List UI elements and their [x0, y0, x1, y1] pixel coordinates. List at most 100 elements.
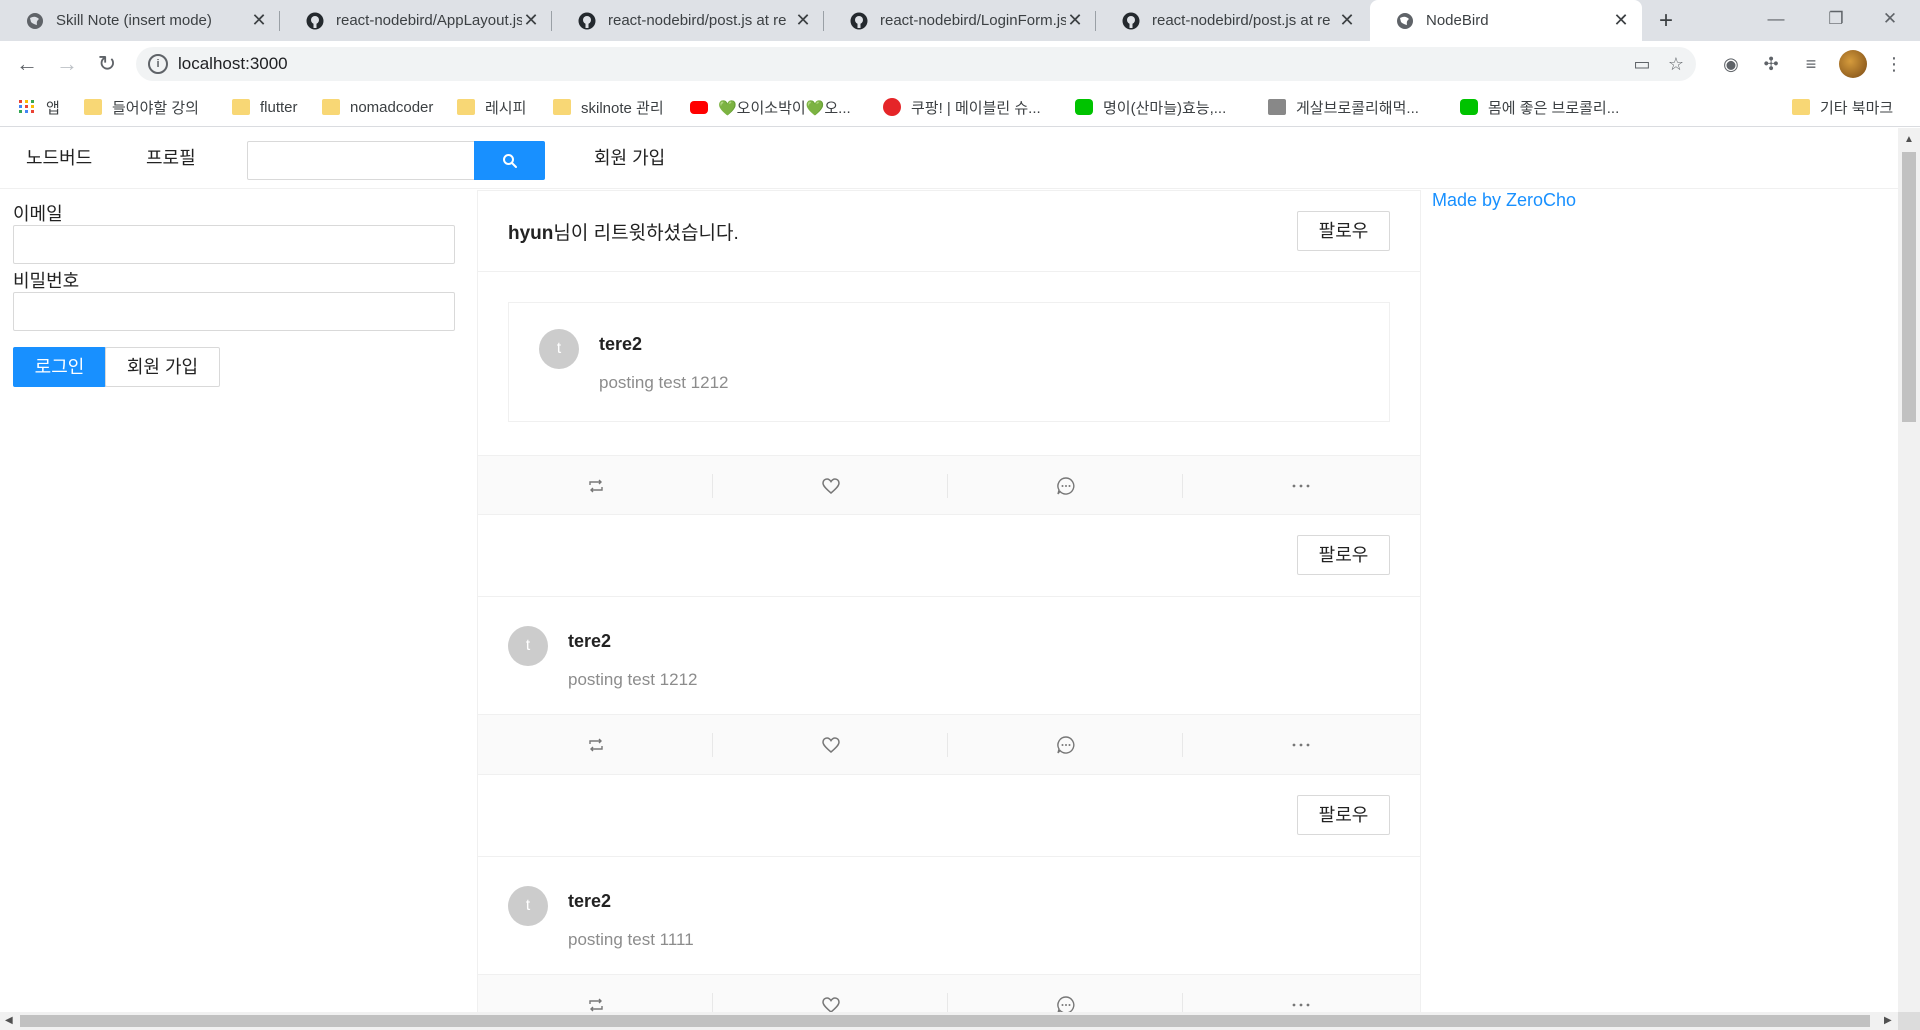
cast-icon[interactable]: ▭ — [1630, 52, 1654, 76]
other-bookmarks-folder[interactable]: 기타 북마크 — [1792, 87, 1893, 127]
close-icon[interactable]: ✕ — [1066, 10, 1084, 31]
ellipsis-icon — [1292, 1003, 1309, 1007]
avatar: t — [508, 626, 548, 666]
password-field[interactable] — [13, 292, 455, 331]
avatar: t — [508, 886, 548, 926]
bookmark-label: 몸에 좋은 브로콜리... — [1488, 99, 1620, 117]
close-icon[interactable]: ✕ — [250, 10, 268, 31]
extensions-puzzle-icon[interactable]: ✣ — [1757, 50, 1785, 78]
vertical-scrollbar[interactable]: ▲ — [1898, 128, 1920, 1012]
comment-button[interactable] — [948, 975, 1183, 1012]
browser-tab[interactable]: react-nodebird/post.js at re ✕ — [552, 0, 824, 41]
more-button[interactable] — [1183, 715, 1418, 775]
url-text: localhost:3000 — [178, 54, 288, 73]
post-content: posting test 1212 — [599, 373, 729, 392]
menu-item-home[interactable]: 노드버드 — [26, 128, 92, 189]
retweet-button[interactable] — [478, 715, 713, 775]
bookmark-folder[interactable]: 레시피 — [457, 87, 526, 127]
close-icon[interactable]: ✕ — [1612, 10, 1630, 31]
scroll-up-arrow-icon[interactable]: ▲ — [1904, 134, 1914, 145]
close-icon[interactable]: ✕ — [1338, 10, 1356, 31]
folder-icon — [84, 99, 102, 115]
bookmark-folder[interactable]: nomadcoder — [322, 87, 433, 127]
search-box — [247, 141, 545, 180]
top-menu: 노드버드 프로필 회원 가입 — [0, 128, 1898, 189]
retweet-suffix: 님이 리트윗하셨습니다. — [553, 223, 739, 244]
close-icon[interactable]: ✕ — [794, 10, 812, 31]
back-button[interactable]: ← — [13, 50, 41, 78]
retweet-button[interactable] — [478, 975, 713, 1012]
search-button[interactable] — [474, 141, 545, 180]
ellipsis-icon — [1292, 484, 1309, 488]
bookmark-link[interactable]: 게살브로콜리해먹... — [1268, 87, 1419, 127]
omnibox[interactable]: i localhost:3000 ▭ ☆ — [136, 47, 1696, 81]
bookmark-folder[interactable]: 들어야할 강의 — [84, 87, 199, 127]
browser-tab[interactable]: react-nodebird/AppLayout.js ✕ — [280, 0, 552, 41]
media-control-icon[interactable]: ≡ — [1797, 50, 1825, 78]
menu-item-signup[interactable]: 회원 가입 — [594, 128, 665, 189]
post-actions — [478, 974, 1420, 1012]
bookmark-link[interactable]: 쿠팡! | 메이블린 슈... — [883, 87, 1041, 127]
close-icon[interactable]: ✕ — [522, 10, 540, 31]
menu-kebab-icon[interactable]: ⋮ — [1880, 50, 1908, 78]
extension-audio-icon[interactable]: ◉ — [1717, 50, 1745, 78]
forward-button[interactable]: → — [53, 50, 81, 78]
follow-button[interactable]: 팔로우 — [1297, 795, 1390, 835]
post-card-head: hyun님이 리트윗하셨습니다. 팔로우 — [478, 191, 1420, 272]
follow-button[interactable]: 팔로우 — [1297, 211, 1390, 251]
restore-button[interactable]: ❐ — [1806, 0, 1866, 41]
post-content: posting test 1212 — [568, 670, 698, 689]
github-icon — [306, 12, 324, 30]
browser-tab-active[interactable]: NodeBird ✕ — [1370, 0, 1642, 41]
bookmark-link[interactable]: 💚오이소박이💚오... — [690, 87, 851, 127]
retweet-icon — [588, 998, 603, 1012]
browser-tab[interactable]: react-nodebird/LoginForm.js ✕ — [824, 0, 1096, 41]
more-button[interactable] — [1183, 975, 1418, 1012]
menu-item-profile[interactable]: 프로필 — [146, 128, 196, 189]
retweet-button[interactable] — [478, 456, 713, 516]
bookmark-label: 기타 북마크 — [1820, 99, 1894, 117]
browser-tab[interactable]: react-nodebird/post.js at re ✕ — [1096, 0, 1368, 41]
more-button[interactable] — [1183, 456, 1418, 516]
like-button[interactable] — [713, 975, 948, 1012]
bookmark-link[interactable]: 몸에 좋은 브로콜리... — [1460, 87, 1619, 127]
close-window-button[interactable]: ✕ — [1860, 0, 1920, 41]
new-tab-button[interactable]: + — [1652, 8, 1680, 36]
credit-link[interactable]: Made by ZeroCho — [1432, 190, 1576, 210]
comment-button[interactable] — [948, 456, 1183, 516]
comment-button[interactable] — [948, 715, 1183, 775]
bookmark-apps[interactable]: 앱 — [18, 87, 60, 127]
folder-icon — [457, 99, 475, 115]
site-info-icon[interactable]: i — [148, 54, 168, 74]
retweet-icon — [588, 738, 603, 752]
like-button[interactable] — [713, 456, 948, 516]
bookmark-label: 앱 — [46, 99, 60, 117]
vertical-scroll-thumb[interactable] — [1902, 152, 1916, 422]
scroll-left-arrow-icon[interactable]: ◀ — [5, 1015, 13, 1026]
horizontal-scroll-thumb[interactable] — [20, 1015, 1870, 1027]
bookmark-folder[interactable]: flutter — [232, 87, 298, 127]
post-author: tere2 — [568, 891, 612, 911]
email-label: 이메일 — [13, 204, 63, 224]
tab-title: react-nodebird/post.js at re — [1152, 12, 1331, 29]
tab-title: react-nodebird/LoginForm.js — [880, 12, 1066, 29]
reload-button[interactable]: ↻ — [93, 50, 121, 78]
bookmark-star-icon[interactable]: ☆ — [1664, 52, 1688, 76]
ellipsis-icon — [1292, 743, 1309, 747]
search-input[interactable] — [247, 141, 475, 180]
signup-button[interactable]: 회원 가입 — [105, 347, 220, 387]
heart-icon — [821, 478, 840, 494]
browser-tab[interactable]: Skill Note (insert mode) ✕ — [0, 0, 280, 41]
horizontal-scrollbar[interactable]: ◀ ▶ — [0, 1012, 1898, 1030]
bookmark-folder[interactable]: skilnote 관리 — [553, 87, 664, 127]
bookmark-label: skilnote 관리 — [581, 99, 664, 117]
bookmark-link[interactable]: 명이(산마늘)효능,... — [1075, 87, 1226, 127]
login-button[interactable]: 로그인 — [13, 347, 106, 387]
scroll-right-arrow-icon[interactable]: ▶ — [1884, 1015, 1892, 1026]
email-field[interactable] — [13, 225, 455, 264]
minimize-button[interactable]: — — [1746, 0, 1806, 41]
follow-button[interactable]: 팔로우 — [1297, 535, 1390, 575]
like-button[interactable] — [713, 715, 948, 775]
profile-avatar[interactable] — [1839, 50, 1867, 78]
youtube-icon — [690, 100, 708, 114]
